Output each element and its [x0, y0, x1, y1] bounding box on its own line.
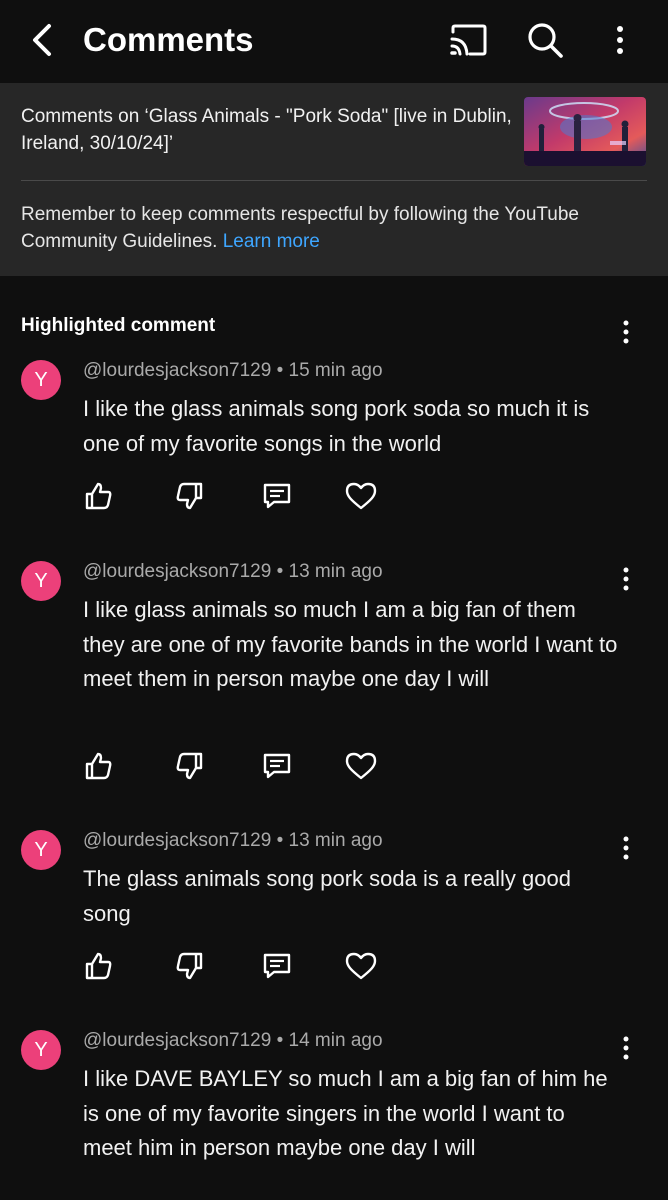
reply-button[interactable]: [255, 474, 299, 518]
heart-button[interactable]: [339, 744, 383, 788]
thumbs-up-icon: [85, 482, 112, 510]
top-app-bar: Comments: [0, 0, 668, 82]
comment-meta: @lourdesjackson7129 • 13 min ago: [83, 561, 383, 582]
cast-icon: [450, 24, 487, 56]
comment-actions: [68, 744, 398, 788]
comment-text: The glass animals song pork soda is a re…: [83, 866, 571, 926]
comment-icon: [263, 953, 291, 979]
community-guidelines-notice: Remember to keep comments respectful by …: [21, 201, 641, 255]
learn-more-link[interactable]: Learn more: [223, 231, 320, 252]
search-button[interactable]: [523, 18, 567, 62]
reply-button[interactable]: [255, 944, 299, 988]
thumbs-down-icon: [176, 482, 203, 510]
dislike-button[interactable]: [168, 744, 212, 788]
comment-author[interactable]: @lourdesjackson7129: [83, 561, 271, 582]
more-vert-icon: [623, 836, 629, 860]
comment-time: 15 min ago: [288, 360, 383, 381]
dislike-button[interactable]: [168, 944, 212, 988]
back-button[interactable]: [22, 18, 62, 62]
highlighted-comment-label: Highlighted comment: [21, 315, 216, 336]
more-vert-icon: [623, 1036, 629, 1060]
comment-meta: @lourdesjackson7129 • 15 min ago: [83, 360, 383, 381]
thumbs-down-icon: [176, 752, 203, 780]
heart-button[interactable]: [339, 474, 383, 518]
panel-divider: [21, 180, 647, 181]
cast-button[interactable]: [447, 18, 491, 62]
comment-time: 13 min ago: [288, 830, 383, 851]
comment-icon: [263, 483, 291, 509]
comment-actions: [68, 944, 398, 988]
video-title: Comments on ‘Glass Animals - "Pork Soda"…: [21, 106, 512, 154]
comment-time: 13 min ago: [288, 561, 383, 582]
avatar[interactable]: Y: [21, 561, 61, 601]
like-button[interactable]: [76, 474, 120, 518]
comment-author[interactable]: @lourdesjackson7129: [83, 360, 271, 381]
avatar[interactable]: Y: [21, 1030, 61, 1070]
like-button[interactable]: [76, 744, 120, 788]
more-vert-icon: [623, 320, 629, 344]
avatar[interactable]: Y: [21, 830, 61, 870]
thumbs-down-icon: [176, 952, 203, 980]
comment-author[interactable]: @lourdesjackson7129: [83, 1030, 271, 1051]
more-vert-icon: [623, 567, 629, 591]
heart-button[interactable]: [339, 944, 383, 988]
more-vert-icon: [617, 26, 623, 54]
thumbs-up-icon: [85, 752, 112, 780]
heart-icon: [345, 752, 377, 780]
search-icon: [528, 23, 563, 58]
more-options-button[interactable]: [598, 18, 642, 62]
comment-text: I like DAVE BAYLEY so much I am a big fa…: [83, 1066, 608, 1160]
like-button[interactable]: [76, 944, 120, 988]
video-thumbnail[interactable]: [524, 97, 646, 166]
comment-actions: [68, 474, 398, 518]
comment-author[interactable]: @lourdesjackson7129: [83, 830, 271, 851]
comment-time: 14 min ago: [288, 1030, 383, 1051]
heart-icon: [345, 482, 377, 510]
comment-icon: [263, 753, 291, 779]
highlighted-comment-menu-button[interactable]: [606, 312, 646, 352]
heart-icon: [345, 952, 377, 980]
dislike-button[interactable]: [168, 474, 212, 518]
comment-meta: @lourdesjackson7129 • 14 min ago: [83, 1030, 383, 1051]
thumbs-up-icon: [85, 952, 112, 980]
comment-text: I like the glass animals song pork soda …: [83, 396, 590, 456]
chevron-left-icon: [33, 24, 51, 56]
comment-text: I like glass animals so much I am a big …: [83, 597, 618, 691]
comment-meta: @lourdesjackson7129 • 13 min ago: [83, 830, 383, 851]
avatar[interactable]: Y: [21, 360, 61, 400]
reply-button[interactable]: [255, 744, 299, 788]
page-title: Comments: [83, 21, 254, 58]
